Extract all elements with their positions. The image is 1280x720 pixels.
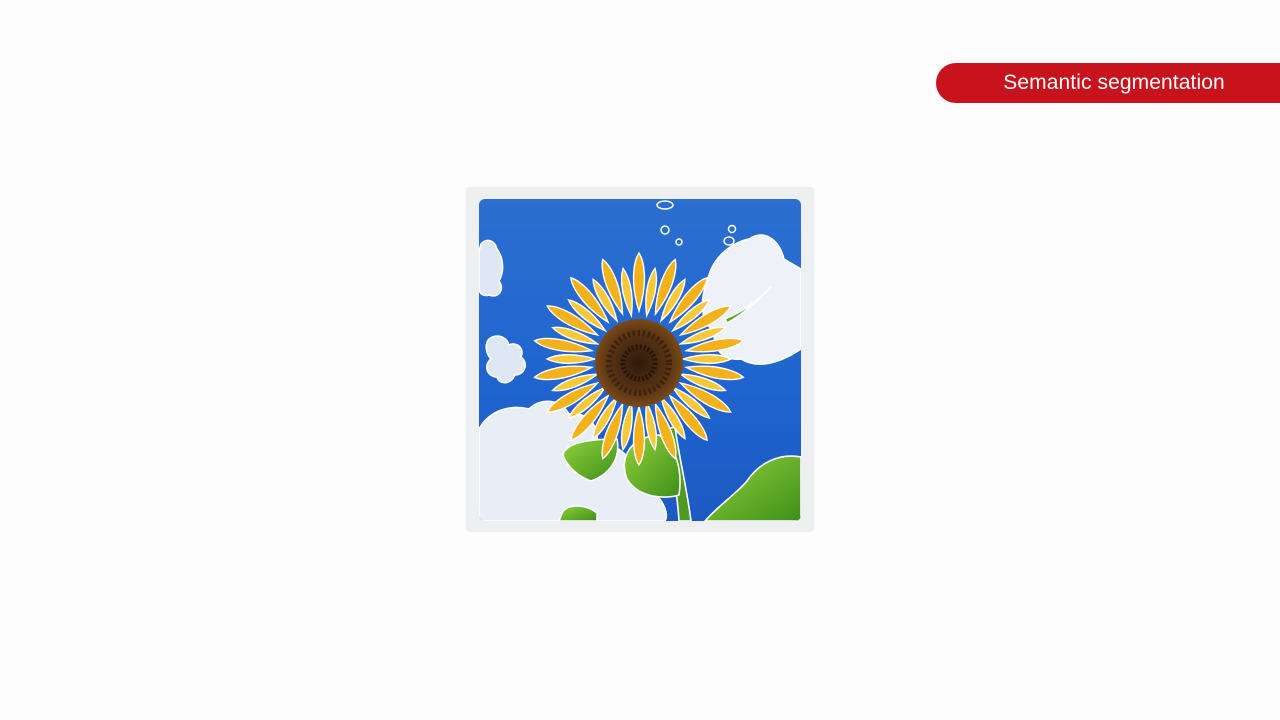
sunflower-illustration (479, 199, 801, 521)
slide: Semantic segmentation (0, 0, 1280, 720)
badge-label: Semantic segmentation (1003, 71, 1225, 94)
segmented-sunflower-image (479, 199, 801, 521)
segmentation-label-badge: Semantic segmentation (936, 63, 1280, 103)
